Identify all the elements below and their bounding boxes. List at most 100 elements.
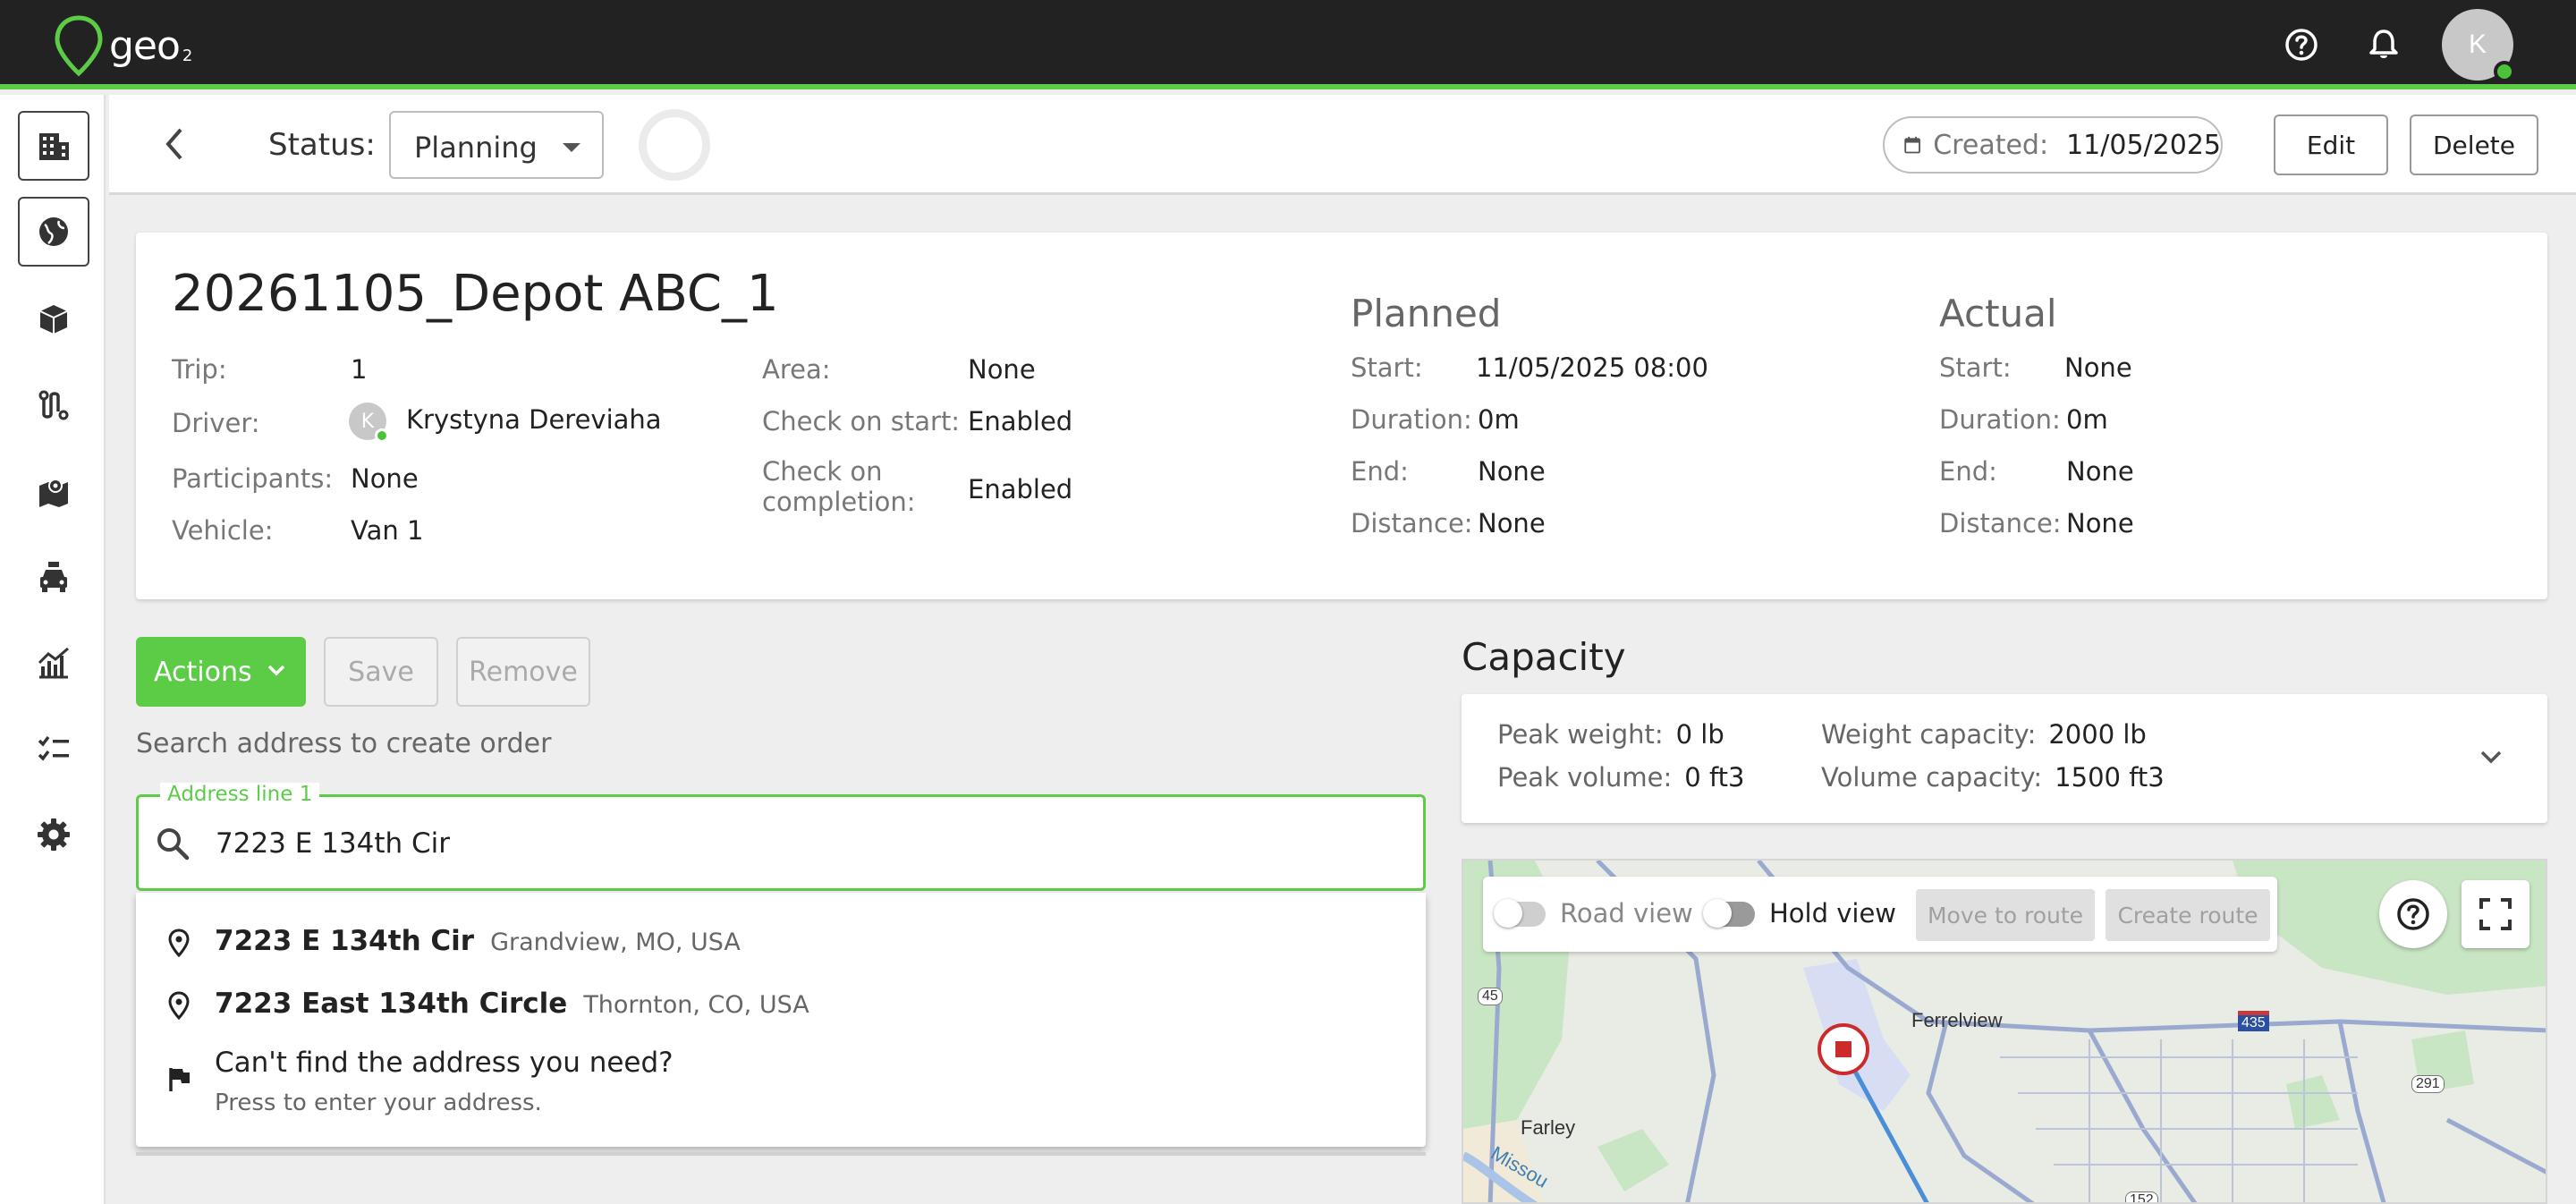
check-completion-row: Check on completion: Enabled — [762, 456, 1072, 517]
planned-distance-row: Distance: None — [1351, 508, 1546, 538]
suggestion-item[interactable]: 7223 East 134th Circle Thornton, CO, USA — [136, 988, 1426, 1023]
area-value: None — [968, 354, 1036, 385]
status-select[interactable]: Planning — [389, 111, 604, 179]
back-button[interactable] — [152, 122, 197, 166]
map-help-button[interactable] — [2379, 880, 2447, 948]
delete-button[interactable]: Delete — [2410, 114, 2538, 175]
planned-end-row: End: None — [1351, 456, 1546, 487]
hold-view-toggle[interactable] — [1703, 899, 1755, 928]
suggestion-main-text: 7223 E 134th Cir — [215, 925, 475, 957]
toggle-knob — [1494, 899, 1522, 928]
actions-label: Actions — [154, 656, 252, 688]
help-icon[interactable] — [2278, 21, 2325, 68]
create-route-button[interactable]: Create route — [2106, 889, 2270, 941]
sidebar-item-globe[interactable] — [18, 197, 89, 267]
peak-weight-value: 0 lb — [1675, 719, 1724, 750]
address-search-field[interactable]: Address line 1 7223 E 134th Cir — [136, 783, 1426, 891]
suggestion-item[interactable]: 7223 E 134th Cir Grandview, MO, USA — [136, 925, 1426, 961]
actual-start-label: Start: — [1939, 352, 2012, 383]
sidebar-item-packages[interactable] — [18, 284, 89, 354]
map-controls: Road view Hold view Move to route Create… — [1483, 877, 2277, 952]
hold-view-label: Hold view — [1769, 898, 1897, 928]
sidebar-item-map[interactable] — [18, 456, 89, 526]
location-pin-icon — [168, 928, 190, 957]
planned-distance-label: Distance: — [1351, 508, 1473, 538]
check-completion-label-line2: completion: — [762, 487, 916, 517]
sidebar-item-analytics[interactable] — [18, 628, 89, 698]
planned-start-value: 11/05/2025 08:00 — [1476, 352, 1708, 383]
route-map[interactable]: Ferrelview Farley Missou 45 435 291 152 … — [1462, 859, 2547, 1204]
planned-duration-value: 0m — [1478, 404, 1520, 435]
caret-down-icon — [563, 143, 580, 152]
top-bar: geo 2 K — [0, 0, 2576, 89]
edit-button[interactable]: Edit — [2274, 114, 2388, 175]
peak-volume-label: Peak volume: — [1497, 762, 1673, 793]
gear-icon — [38, 818, 70, 851]
save-button[interactable]: Save — [324, 637, 438, 707]
peak-volume-row: Peak volume: 0 ft3 — [1497, 762, 1745, 793]
analytics-icon — [38, 647, 69, 679]
capacity-title: Capacity — [1462, 635, 1626, 679]
peak-volume-value: 0 ft3 — [1684, 762, 1745, 793]
loading-spinner — [639, 109, 710, 181]
chevron-down-icon[interactable] — [2479, 750, 2503, 766]
planned-heading: Planned — [1351, 292, 1502, 335]
bell-icon[interactable] — [2360, 21, 2407, 68]
trip-details-card: 20261105_Depot ABC_1 Trip: 1 Driver: K K… — [136, 233, 2547, 599]
sidebar-item-checklists[interactable] — [18, 714, 89, 784]
remove-button[interactable]: Remove — [456, 637, 590, 707]
manual-address-title: Can't find the address you need? — [215, 1047, 674, 1079]
check-start-row: Check on start: Enabled — [762, 406, 1072, 437]
driver-label: Driver: — [172, 408, 260, 438]
route-shield-435: 435 — [2238, 1011, 2269, 1031]
area-row: Area: None — [762, 354, 1036, 385]
sidebar-item-vehicles[interactable] — [18, 542, 89, 612]
status-label: Status: — [268, 127, 376, 163]
user-avatar[interactable]: K — [2442, 9, 2515, 82]
actual-start-row: Start: None — [1939, 352, 2132, 383]
route-icon — [38, 390, 69, 420]
actual-distance-value: None — [2066, 508, 2134, 538]
check-start-label: Check on start: — [762, 406, 961, 437]
capacity-card[interactable]: Peak weight: 0 lb Peak volume: 0 ft3 Weigh… — [1462, 694, 2547, 823]
sidebar-item-dashboard[interactable] — [18, 111, 89, 181]
planned-end-value: None — [1478, 456, 1546, 487]
planned-end-label: End: — [1351, 456, 1409, 487]
suggestion-sub-text: Grandview, MO, USA — [490, 928, 741, 956]
actual-end-value: None — [2066, 456, 2134, 487]
flag-icon — [169, 1068, 190, 1091]
driver-avatar-initial: K — [360, 410, 375, 433]
logo[interactable]: geo 2 — [52, 14, 192, 77]
location-pin-icon — [168, 991, 190, 1020]
header-row: Status: Planning Created: 11/05/2025 Edi… — [109, 95, 2576, 195]
actual-heading: Actual — [1939, 292, 2057, 335]
check-completion-value: Enabled — [968, 474, 1073, 504]
suggestion-main: 7223 E 134th Cir Grandview, MO, USA — [215, 925, 741, 957]
globe-icon — [39, 217, 68, 246]
map-icon — [39, 479, 68, 507]
actual-end-label: End: — [1939, 456, 1997, 487]
move-to-route-button[interactable]: Move to route — [1916, 889, 2095, 941]
road-view-label: Road view — [1560, 898, 1693, 928]
trip-number-row: Trip: 1 — [172, 354, 367, 385]
address-search-input[interactable]: 7223 E 134th Cir — [216, 827, 450, 860]
driver-value: Krystyna Dereviaha — [406, 404, 662, 435]
actual-duration-label: Duration: — [1939, 404, 2061, 435]
car-icon — [40, 562, 67, 592]
vehicle-label: Vehicle: — [172, 515, 274, 546]
check-completion-label-line1: Check on — [762, 456, 883, 487]
actions-button[interactable]: Actions — [136, 637, 306, 707]
participants-value: None — [351, 463, 419, 494]
actual-end-row: End: None — [1939, 456, 2134, 487]
stop-square-icon — [1835, 1041, 1852, 1057]
sidebar-item-settings[interactable] — [18, 800, 89, 869]
check-start-value: Enabled — [968, 406, 1073, 437]
sidebar-item-routes[interactable] — [18, 370, 89, 440]
manual-address-item[interactable]: Can't find the address you need? Press t… — [136, 1047, 1426, 1127]
vehicle-value: Van 1 — [351, 515, 424, 546]
fullscreen-button[interactable] — [2462, 880, 2529, 948]
logo-sub: 2 — [182, 46, 193, 65]
road-view-toggle[interactable] — [1494, 899, 1546, 928]
divider — [136, 1152, 1426, 1156]
map-marker[interactable] — [1818, 1023, 1869, 1075]
